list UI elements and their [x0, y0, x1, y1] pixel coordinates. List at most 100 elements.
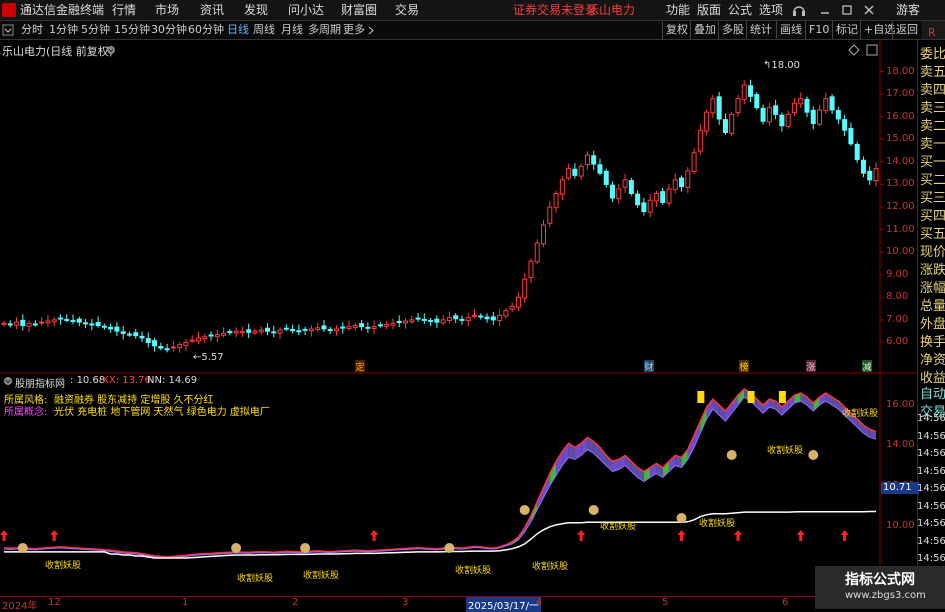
- candle-body: [622, 179, 628, 188]
- harvest-tag-label: 收割妖股: [237, 574, 274, 584]
- marker-reduce[interactable]: 减: [862, 360, 872, 373]
- quote-label-ask1[interactable]: 卖一: [920, 136, 945, 154]
- period-tab-monthly[interactable]: 月线: [281, 21, 303, 39]
- menu-item-ask[interactable]: 问小达: [288, 0, 324, 20]
- quote-label-turnover[interactable]: 换手: [920, 334, 945, 352]
- candle-body: [729, 113, 735, 134]
- marker-rise[interactable]: 涨: [806, 360, 816, 373]
- candle-body: [465, 317, 471, 322]
- period-tab-daily[interactable]: 日线: [227, 21, 249, 39]
- indicator-value-1: : 10.68: [70, 375, 106, 386]
- dropdown-icon[interactable]: [2, 24, 14, 36]
- period-tab-more[interactable]: 更多: [343, 21, 365, 39]
- quote-label-bid5[interactable]: 买五: [920, 226, 945, 244]
- candle-body: [221, 332, 227, 336]
- quote-label-bid2[interactable]: 买二: [920, 172, 945, 190]
- quote-label-pct[interactable]: 涨幅: [920, 280, 945, 298]
- candle-body: [666, 188, 672, 204]
- menu-item-options[interactable]: 选项: [759, 0, 783, 20]
- quote-label-netassets[interactable]: 净资: [920, 352, 945, 370]
- candle-body: [164, 348, 170, 351]
- main-chart-title: 乐山电力(日线 前复权): [2, 45, 114, 58]
- marker-fixed[interactable]: 定: [355, 360, 365, 373]
- menu-item-market[interactable]: 市场: [155, 0, 179, 20]
- f10-button[interactable]: F10: [805, 21, 829, 39]
- quote-label-ask3[interactable]: 卖三: [920, 100, 945, 118]
- candle-body: [779, 114, 785, 127]
- main-grid: [880, 71, 884, 343]
- quote-label-bid4[interactable]: 买四: [920, 208, 945, 226]
- x-label-1: 1: [182, 597, 189, 608]
- overlay-button[interactable]: 叠加: [690, 21, 716, 39]
- chart-area[interactable]: [0, 40, 917, 566]
- candle-body: [490, 316, 496, 321]
- stats-button[interactable]: 统计: [746, 21, 772, 39]
- candle-body: [359, 323, 365, 328]
- login-warning[interactable]: 证券交易未登录: [513, 0, 597, 20]
- candle-body: [258, 329, 264, 333]
- minimize-icon[interactable]: [818, 3, 832, 17]
- menu-item-trade[interactable]: 交易: [395, 0, 419, 20]
- maximize-icon[interactable]: [840, 3, 854, 17]
- quote-label-ratio[interactable]: 委比: [920, 46, 945, 64]
- quote-label-ask5[interactable]: 卖五: [920, 64, 945, 82]
- quote-label-bid3[interactable]: 买三: [920, 190, 945, 208]
- candle-body: [83, 322, 89, 325]
- menu-item-formula[interactable]: 公式: [728, 0, 752, 20]
- quote-label-ask4[interactable]: 卖四: [920, 82, 945, 100]
- back-button[interactable]: 返回: [892, 21, 918, 39]
- quote-label-price[interactable]: 现价: [920, 244, 945, 262]
- mark-button[interactable]: 标记: [832, 21, 858, 39]
- menu-item-layout[interactable]: 版面: [697, 0, 721, 20]
- menu-item-discover[interactable]: 发现: [244, 0, 268, 20]
- add-watchlist-button[interactable]: +自选: [860, 21, 895, 39]
- multi-stock-button[interactable]: 多股: [718, 21, 744, 39]
- diamond-icon[interactable]: [848, 44, 860, 56]
- menu-item-news[interactable]: 资讯: [200, 0, 224, 20]
- quote-label-ask2[interactable]: 卖二: [920, 118, 945, 136]
- candle-body: [835, 110, 841, 120]
- guest-label[interactable]: 游客: [896, 0, 920, 20]
- candle-body: [246, 329, 252, 333]
- candle-body: [51, 319, 57, 323]
- period-tab-60min[interactable]: 60分钟: [188, 21, 224, 39]
- menu-item-function[interactable]: 功能: [666, 0, 690, 20]
- settings-icon[interactable]: [106, 45, 116, 55]
- candle-body: [183, 341, 189, 346]
- quote-label-volume[interactable]: 总量: [920, 298, 945, 316]
- period-tab-1min[interactable]: 1分钟: [49, 21, 78, 39]
- candle-body: [139, 335, 145, 339]
- chevron-right-icon[interactable]: [367, 26, 375, 35]
- period-tab-weekly[interactable]: 周线: [253, 21, 275, 39]
- candle-body: [810, 109, 816, 124]
- candle-body: [20, 319, 26, 327]
- quote-label-bid1[interactable]: 买一: [920, 154, 945, 172]
- marker-finance[interactable]: 财: [644, 360, 654, 373]
- indicator-settings-icon[interactable]: [3, 376, 13, 386]
- close-icon[interactable]: [862, 3, 876, 17]
- candle-body: [114, 326, 120, 332]
- menu-item-quotes[interactable]: 行情: [112, 0, 136, 20]
- draw-line-button[interactable]: 画线: [776, 21, 802, 39]
- menu-item-wealth[interactable]: 财富圈: [341, 0, 377, 20]
- candle-body: [101, 325, 107, 328]
- quote-label-change[interactable]: 涨跌: [920, 262, 945, 280]
- period-tab-15min[interactable]: 15分钟: [114, 21, 150, 39]
- quote-label-outer[interactable]: 外盘: [920, 316, 945, 334]
- auto-trade-label[interactable]: 自动: [920, 386, 945, 404]
- expand-icon[interactable]: [866, 44, 878, 56]
- candle-body: [534, 242, 540, 263]
- period-tab-intraday[interactable]: 分时: [21, 21, 43, 39]
- headset-icon[interactable]: [792, 3, 806, 17]
- marker-ranking[interactable]: 榜: [739, 360, 749, 373]
- candle-body: [158, 346, 164, 349]
- candle-body: [402, 320, 408, 324]
- stock-name-top: 乐山电力: [587, 3, 636, 17]
- period-tab-5min[interactable]: 5分钟: [81, 21, 110, 39]
- candle-body: [566, 168, 572, 179]
- y-tick-label: 15.00: [886, 133, 915, 145]
- period-tab-30min[interactable]: 30分钟: [151, 21, 187, 39]
- period-tab-multi[interactable]: 多周期: [308, 21, 341, 39]
- candle-body: [679, 177, 685, 188]
- adjust-button[interactable]: 复权: [662, 21, 688, 39]
